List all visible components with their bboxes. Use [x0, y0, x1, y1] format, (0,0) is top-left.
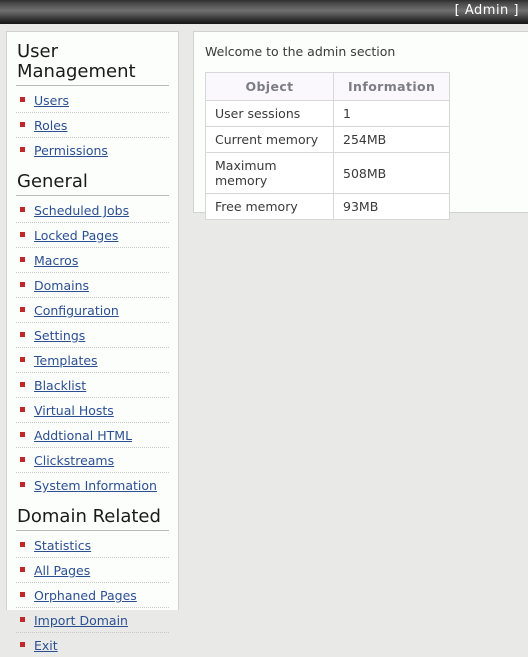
sidebar-item-label[interactable]: Templates [34, 353, 98, 368]
square-bullet-icon [20, 482, 25, 487]
sidebar-item-label[interactable]: Settings [34, 328, 85, 343]
square-bullet-icon [20, 642, 25, 647]
square-bullet-icon [20, 457, 25, 462]
sidebar-section-title: Domain Related [17, 506, 161, 527]
sidebar-item-label[interactable]: Statistics [34, 538, 91, 553]
sidebar-item-label[interactable]: Domains [34, 278, 89, 293]
sidebar-item-macros[interactable]: Macros [16, 248, 169, 273]
cell-information: 93MB [332, 193, 451, 220]
square-bullet-icon [20, 432, 25, 437]
main-content-panel: Welcome to the admin section Object Info… [193, 31, 528, 220]
sidebar-item-label[interactable]: Roles [34, 118, 67, 133]
cell-information: 254MB [332, 126, 451, 153]
sidebar-item-label[interactable]: Clickstreams [34, 453, 114, 468]
sidebar-nav-list: Users Roles Permissions [16, 88, 169, 162]
sidebar-item-label[interactable]: Exit [34, 638, 58, 653]
sidebar-item-label[interactable]: Orphaned Pages [34, 588, 137, 603]
admin-title: [ Admin ] [454, 3, 519, 18]
sidebar-item-label[interactable]: Users [34, 93, 69, 108]
square-bullet-icon [20, 257, 25, 262]
column-header-information: Information [332, 72, 451, 101]
section-divider [16, 85, 169, 86]
sidebar-item-import-domain[interactable]: Import Domain [16, 608, 169, 633]
square-bullet-icon [20, 567, 25, 572]
sidebar-item-virtual-hosts[interactable]: Virtual Hosts [16, 398, 169, 423]
sidebar-item-users[interactable]: Users [16, 88, 169, 113]
sidebar-nav-list: Statistics All Pages Orphaned Pages Import … [16, 533, 169, 657]
cell-object: Free memory [205, 193, 334, 220]
table-header-row: Object Information [205, 72, 451, 101]
square-bullet-icon [20, 592, 25, 597]
square-bullet-icon [20, 332, 25, 337]
sidebar-item-clickstreams[interactable]: Clickstreams [16, 448, 169, 473]
sidebar-item-templates[interactable]: Templates [16, 348, 169, 373]
sidebar-item-exit[interactable]: Exit [16, 633, 169, 657]
sidebar-item-system-information[interactable]: System Information [16, 473, 169, 497]
table-row: Current memory 254MB [205, 126, 451, 153]
section-divider [16, 530, 169, 531]
welcome-message: Welcome to the admin section [205, 44, 396, 59]
cell-information: 1 [332, 100, 451, 127]
sidebar-item-label[interactable]: Blacklist [34, 378, 86, 393]
sidebar-nav-list: Scheduled Jobs Locked Pages Macros Domains C… [16, 198, 169, 497]
square-bullet-icon [20, 307, 25, 312]
square-bullet-icon [20, 382, 25, 387]
square-bullet-icon [20, 207, 25, 212]
square-bullet-icon [20, 617, 25, 622]
sidebar-item-permissions[interactable]: Permissions [16, 138, 169, 162]
sidebar-item-blacklist[interactable]: Blacklist [16, 373, 169, 398]
sidebar-item-statistics[interactable]: Statistics [16, 533, 169, 558]
sidebar-item-label[interactable]: System Information [34, 478, 157, 493]
sidebar-item-settings[interactable]: Settings [16, 323, 169, 348]
square-bullet-icon [20, 232, 25, 237]
cell-information: 508MB [332, 152, 451, 194]
section-divider [16, 195, 169, 196]
sidebar-item-label[interactable]: Locked Pages [34, 228, 118, 243]
square-bullet-icon [20, 97, 25, 102]
top-header-bar: [ Admin ] [0, 0, 528, 24]
sidebar-section-title: User Management [17, 41, 136, 82]
table-row: User sessions 1 [205, 100, 451, 127]
sidebar-item-roles[interactable]: Roles [16, 113, 169, 138]
sidebar-item-label[interactable]: Permissions [34, 143, 108, 158]
sidebar-section-title: General [17, 171, 88, 192]
system-info-table: Object Information User sessions 1 Current… [205, 72, 451, 220]
sidebar-item-all-pages[interactable]: All Pages [16, 558, 169, 583]
sidebar-item-label[interactable]: Macros [34, 253, 78, 268]
square-bullet-icon [20, 542, 25, 547]
sidebar-item-scheduled-jobs[interactable]: Scheduled Jobs [16, 198, 169, 223]
sidebar-item-label[interactable]: All Pages [34, 563, 90, 578]
sidebar-item-label[interactable]: Virtual Hosts [34, 403, 114, 418]
square-bullet-icon [20, 407, 25, 412]
cell-object: Maximum memory [205, 152, 334, 194]
sidebar-item-label[interactable]: Scheduled Jobs [34, 203, 129, 218]
sidebar-item-label[interactable]: Configuration [34, 303, 119, 318]
table-row: Free memory 93MB [205, 193, 451, 220]
sidebar-item-locked-pages[interactable]: Locked Pages [16, 223, 169, 248]
cell-object: Current memory [205, 126, 334, 153]
square-bullet-icon [20, 282, 25, 287]
sidebar-item-orphaned-pages[interactable]: Orphaned Pages [16, 583, 169, 608]
cell-object: User sessions [205, 100, 334, 127]
square-bullet-icon [20, 147, 25, 152]
column-header-object: Object [205, 72, 334, 101]
sidebar-item-label[interactable]: Import Domain [34, 613, 128, 628]
sidebar-panel: User Management Users Roles Permissions Gene… [6, 31, 179, 653]
square-bullet-icon [20, 357, 25, 362]
sidebar-item-addtional-html[interactable]: Addtional HTML [16, 423, 169, 448]
table-row: Maximum memory 508MB [205, 152, 451, 194]
sidebar-item-label[interactable]: Addtional HTML [34, 428, 132, 443]
sidebar-item-domains[interactable]: Domains [16, 273, 169, 298]
sidebar-item-configuration[interactable]: Configuration [16, 298, 169, 323]
square-bullet-icon [20, 122, 25, 127]
